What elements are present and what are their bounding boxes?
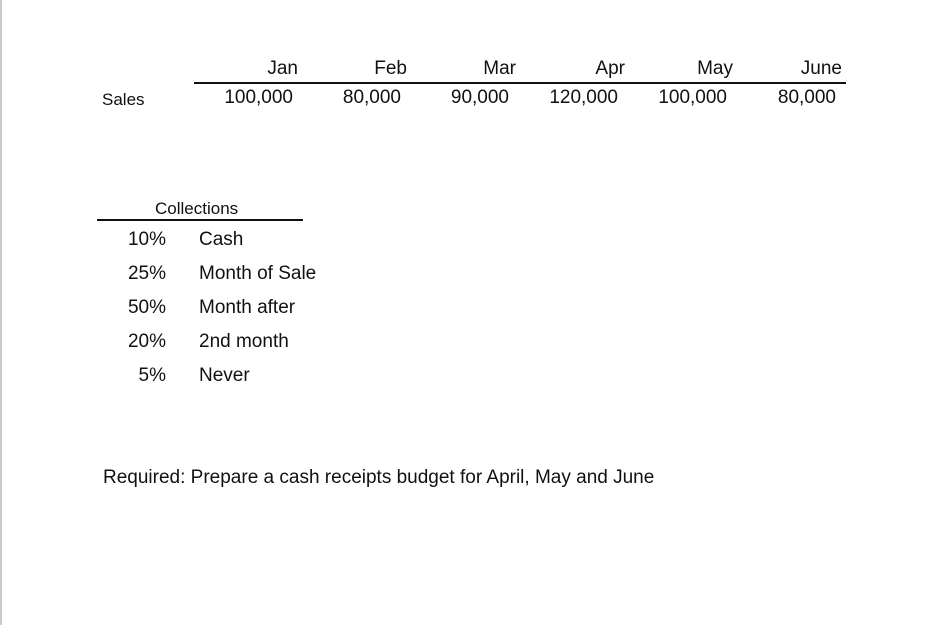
sales-value: 100,000 (658, 87, 727, 108)
month-header: Jan (267, 58, 298, 79)
sales-value: 100,000 (224, 87, 293, 108)
collection-desc: 2nd month (199, 331, 289, 352)
collection-pct: 25% (127, 263, 166, 284)
required-instruction: Required: Prepare a cash receipts budget… (103, 467, 655, 488)
month-header: Feb (374, 58, 407, 79)
sales-value: 90,000 (450, 87, 509, 108)
sales-value: 80,000 (342, 87, 401, 108)
sales-label: Sales (102, 90, 145, 109)
month-header: Mar (483, 58, 516, 79)
collection-pct: 10% (127, 229, 166, 250)
collection-desc: Cash (199, 229, 244, 250)
left-border (0, 0, 2, 625)
sales-value: 120,000 (549, 87, 618, 108)
header-underline (194, 82, 846, 84)
collections-underline (97, 219, 303, 221)
collection-pct: 20% (127, 331, 166, 352)
collections-title: Collections (155, 199, 239, 218)
month-header: June (800, 58, 842, 79)
month-header: May (697, 58, 733, 79)
collection-desc: Month after (199, 297, 296, 318)
collection-desc: Never (199, 365, 250, 386)
sales-value: 80,000 (777, 87, 836, 108)
collection-desc: Month of Sale (199, 263, 317, 284)
collection-pct: 5% (138, 365, 166, 386)
month-header: Apr (595, 58, 625, 79)
collection-pct: 50% (127, 297, 166, 318)
